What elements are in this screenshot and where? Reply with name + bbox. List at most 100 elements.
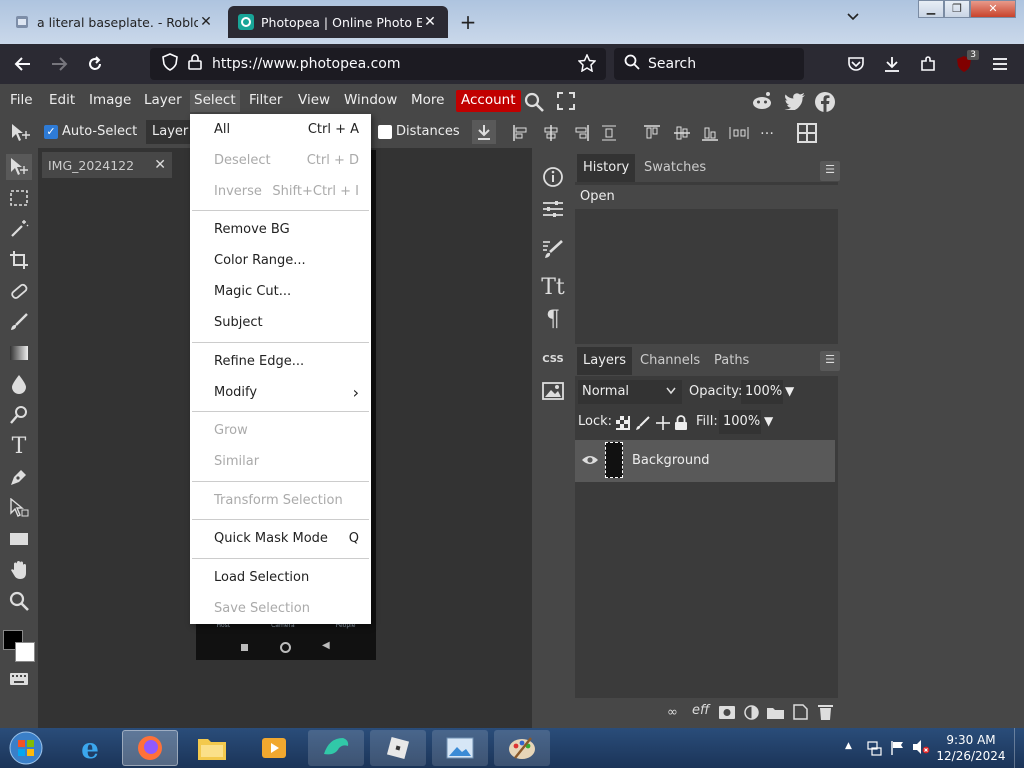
- menu-item-transform-selection[interactable]: Transform Selection: [190, 485, 371, 516]
- fill-dropdown-icon[interactable]: ▼: [764, 414, 773, 428]
- shield-icon[interactable]: [162, 53, 178, 75]
- paint-palette-icon[interactable]: [494, 730, 550, 766]
- move-tool-icon[interactable]: [10, 123, 32, 147]
- keyboard-icon[interactable]: [6, 666, 32, 692]
- volume-muted-icon[interactable]: [912, 739, 930, 759]
- twitter-icon[interactable]: [784, 92, 806, 114]
- internet-explorer-icon[interactable]: e: [62, 730, 118, 766]
- image-icon[interactable]: [536, 376, 570, 406]
- align-middle-icon[interactable]: [673, 124, 691, 146]
- fill-input[interactable]: 100%: [719, 410, 761, 434]
- lock-icon[interactable]: [188, 54, 202, 74]
- info-icon[interactable]: [536, 162, 570, 192]
- menu-item-color-range[interactable]: Color Range...: [190, 245, 371, 276]
- hamburger-menu-icon[interactable]: [987, 52, 1013, 76]
- fullscreen-icon[interactable]: [557, 92, 575, 114]
- browser-tab-photopea[interactable]: Photopea | Online Photo Editor ✕: [228, 6, 448, 38]
- menu-item-inverse[interactable]: Inverse Shift+Ctrl + I: [190, 176, 371, 207]
- align-right-icon[interactable]: [572, 124, 590, 146]
- link-layers-icon[interactable]: ∞: [667, 705, 678, 720]
- lock-pixels-brush-icon[interactable]: [636, 416, 650, 434]
- zoom-tool-icon[interactable]: [6, 588, 32, 614]
- align-left-icon[interactable]: [512, 124, 530, 146]
- menu-filter[interactable]: Filter: [245, 90, 286, 112]
- menu-layer[interactable]: Layer: [140, 90, 186, 112]
- layer-effects-icon[interactable]: eff: [692, 703, 709, 718]
- lock-position-move-icon[interactable]: [655, 415, 671, 435]
- layer-row[interactable]: Background: [575, 440, 835, 482]
- network-icon[interactable]: [866, 740, 882, 760]
- menu-image[interactable]: Image: [85, 90, 135, 112]
- media-player-icon[interactable]: [246, 730, 302, 766]
- dodge-tool-icon[interactable]: [6, 402, 32, 428]
- menu-item-deselect[interactable]: Deselect Ctrl + D: [190, 145, 371, 176]
- chevron-down-icon[interactable]: [846, 10, 860, 26]
- close-tab-icon[interactable]: ✕: [198, 14, 214, 30]
- paragraph-icon[interactable]: ¶: [536, 304, 570, 334]
- menu-item-grow[interactable]: Grow: [190, 415, 371, 446]
- restore-window-button[interactable]: ❐: [944, 0, 970, 18]
- grid-icon[interactable]: [796, 122, 818, 148]
- document-tab[interactable]: IMG_2024122 ✕: [42, 152, 172, 178]
- reddit-icon[interactable]: [751, 91, 773, 115]
- account-button[interactable]: Account: [456, 90, 521, 112]
- pocket-icon[interactable]: [843, 52, 869, 76]
- distribute-horizontal-icon[interactable]: [600, 124, 618, 146]
- file-explorer-folder-icon[interactable]: [184, 730, 240, 766]
- menu-item-quick-mask-mode[interactable]: Quick Mask Mode Q: [190, 523, 371, 554]
- new-layer-icon[interactable]: [793, 704, 808, 724]
- marquee-tool-icon[interactable]: [6, 185, 32, 211]
- align-top-icon[interactable]: [643, 124, 661, 146]
- gradient-tool-icon[interactable]: [6, 340, 32, 366]
- minimize-window-button[interactable]: ▁: [918, 0, 944, 18]
- back-arrow-icon[interactable]: [10, 52, 36, 76]
- download-icon[interactable]: [879, 52, 905, 76]
- eye-visibility-icon[interactable]: [581, 454, 599, 470]
- lock-all-icon[interactable]: [674, 415, 688, 435]
- show-hidden-icons-icon[interactable]: ▲: [845, 741, 852, 751]
- menu-item-save-selection[interactable]: Save Selection: [190, 593, 371, 624]
- menu-window[interactable]: Window: [340, 90, 401, 112]
- menu-edit[interactable]: Edit: [45, 90, 79, 112]
- browser-tab-roblox[interactable]: a literal baseplate. - Roblox ✕: [4, 6, 224, 38]
- menu-item-similar[interactable]: Similar: [190, 446, 371, 477]
- crop-tool-icon[interactable]: [6, 247, 32, 273]
- brush-tool-icon[interactable]: [6, 309, 32, 335]
- extensions-puzzle-icon[interactable]: [915, 52, 941, 76]
- menu-item-refine-edge[interactable]: Refine Edge...: [190, 346, 371, 377]
- brush-settings-icon[interactable]: [536, 234, 570, 264]
- new-group-folder-icon[interactable]: [767, 706, 784, 723]
- tab-history[interactable]: History: [577, 154, 636, 182]
- menu-item-load-selection[interactable]: Load Selection: [190, 562, 371, 593]
- close-document-icon[interactable]: ✕: [154, 157, 166, 173]
- menu-item-all[interactable]: All Ctrl + A: [190, 114, 371, 145]
- menu-more[interactable]: More: [407, 90, 448, 112]
- search-input[interactable]: Search: [614, 48, 804, 80]
- delete-layer-trash-icon[interactable]: [818, 704, 833, 724]
- align-bottom-icon[interactable]: [701, 124, 719, 146]
- search-icon[interactable]: [524, 92, 544, 116]
- blend-mode-select[interactable]: Normal: [578, 380, 682, 404]
- download-icon[interactable]: [472, 120, 496, 144]
- pen-tool-icon[interactable]: [6, 464, 32, 490]
- new-tab-icon[interactable]: +: [456, 10, 480, 34]
- align-center-icon[interactable]: [542, 124, 560, 146]
- menu-select[interactable]: Select: [190, 90, 240, 112]
- show-desktop-button[interactable]: [1014, 728, 1024, 768]
- reload-icon[interactable]: [82, 52, 108, 76]
- adjustments-icon[interactable]: [536, 194, 570, 224]
- history-panel-menu-icon[interactable]: ☰: [820, 161, 840, 181]
- photo-viewer-icon[interactable]: [432, 730, 488, 766]
- distances-checkbox[interactable]: [378, 125, 392, 139]
- background-color-swatch[interactable]: [15, 642, 35, 662]
- history-entry[interactable]: Open: [575, 185, 838, 209]
- tab-channels[interactable]: Channels: [634, 347, 706, 375]
- distribute-vertical-icon[interactable]: [728, 124, 750, 146]
- close-tab-icon[interactable]: ✕: [422, 14, 438, 30]
- menu-item-remove-bg[interactable]: Remove BG: [190, 214, 371, 245]
- healing-brush-tool-icon[interactable]: [6, 278, 32, 304]
- opacity-input[interactable]: 100%: [741, 380, 783, 404]
- messenger-bird-icon[interactable]: [308, 730, 364, 766]
- auto-select-checkbox[interactable]: ✓: [44, 125, 58, 139]
- forward-arrow-icon[interactable]: [46, 52, 72, 76]
